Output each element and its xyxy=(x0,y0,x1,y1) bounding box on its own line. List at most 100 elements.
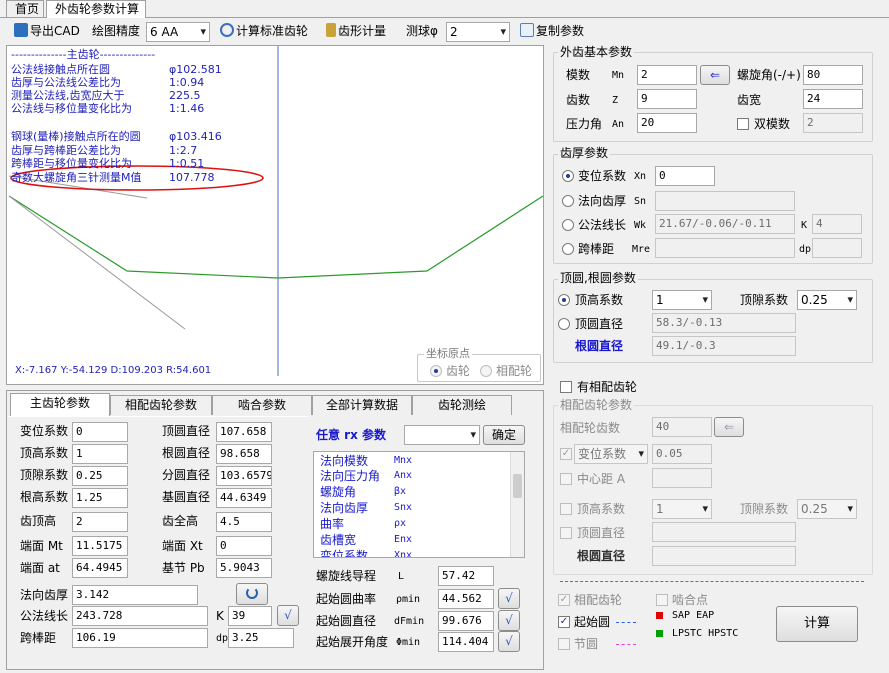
row0-input1[interactable]: 0 xyxy=(72,422,128,442)
wk-calc-button[interactable]: √ xyxy=(277,605,299,626)
start-dia-button[interactable]: √ xyxy=(498,610,520,631)
tab-mesh[interactable]: 啮合参数 xyxy=(212,395,312,415)
mate-addendum-checkbox[interactable] xyxy=(560,503,572,515)
mate-x-select[interactable]: 变位系数 xyxy=(574,444,648,464)
start-curvature-button[interactable]: √ xyxy=(498,588,520,609)
thickness-mre-radio[interactable] xyxy=(562,243,574,255)
tab-home[interactable]: 首页 xyxy=(6,0,44,17)
row4-input2[interactable]: 4.5 xyxy=(216,512,272,532)
row6-input2[interactable]: 5.9043 xyxy=(216,558,272,578)
tab-all-data[interactable]: 全部计算数据 xyxy=(312,395,412,415)
thickness-sn-radio[interactable] xyxy=(562,195,574,207)
thickness-sn-input[interactable] xyxy=(655,191,795,211)
normal-thickness-input[interactable]: 3.142 xyxy=(72,585,198,605)
row4-input1[interactable]: 2 xyxy=(72,512,128,532)
mate-x-input[interactable]: 0.05 xyxy=(652,444,712,464)
tooth-measure-button[interactable]: 齿形计量 xyxy=(326,22,386,42)
rx-listbox[interactable]: Mnx 法向模数 Anx 法向压力角 βx 螺旋角 Snx 法向齿厚 ρx 曲率 Enx 齿… xyxy=(313,451,525,558)
thickness-dp-input[interactable] xyxy=(812,238,862,258)
mate-clearance-select[interactable]: 0.25 xyxy=(797,499,857,519)
module-input[interactable]: 2 xyxy=(637,65,697,85)
dual-module-input[interactable]: 2 xyxy=(803,113,863,133)
mate-tip-checkbox[interactable] xyxy=(560,527,572,539)
rx-item[interactable]: Mnx 法向模数 xyxy=(320,454,412,468)
copy-params-button[interactable]: 复制参数 xyxy=(520,22,584,42)
rx-item[interactable]: ρx 曲率 xyxy=(320,517,406,531)
start-angle-input[interactable]: 114.404 xyxy=(438,632,494,652)
calc-standard-button[interactable]: 计算标准齿轮 xyxy=(220,22,308,42)
tab-main-gear[interactable]: 主齿轮参数 xyxy=(10,393,110,416)
rx-item[interactable]: βx 螺旋角 xyxy=(320,485,406,499)
dp-input[interactable]: 3.25 xyxy=(228,628,294,648)
mesh-point-checkbox[interactable] xyxy=(656,594,668,606)
wk-input[interactable]: 243.728 xyxy=(72,606,208,626)
helix-input[interactable]: 80 xyxy=(803,65,863,85)
scroll-thumb[interactable] xyxy=(513,474,522,498)
rx-item[interactable]: Xnx 变位系数 xyxy=(320,549,412,557)
addendum-radio[interactable] xyxy=(558,294,570,306)
ball-select[interactable]: 2 xyxy=(446,22,510,42)
mate-tip-input[interactable] xyxy=(652,522,796,542)
export-cad-button[interactable]: 导出CAD xyxy=(14,22,80,42)
start-dia-input[interactable]: 99.676 xyxy=(438,611,494,631)
addendum-select[interactable]: 1 xyxy=(652,290,712,310)
gear-plot-canvas[interactable]: --------------主齿轮-------------- 公法线接触点所在… xyxy=(6,45,544,385)
row2-input1[interactable]: 0.25 xyxy=(72,466,128,486)
rx-item[interactable]: Enx 齿槽宽 xyxy=(320,533,412,547)
dual-module-checkbox[interactable] xyxy=(737,118,749,130)
thickness-x-radio[interactable] xyxy=(562,170,574,182)
module-arrow-button[interactable]: ⇐ xyxy=(700,65,730,85)
pitch-circle-checkbox[interactable] xyxy=(558,638,570,650)
row5-input1[interactable]: 11.5175 xyxy=(72,536,128,556)
mate-center-checkbox[interactable] xyxy=(560,473,572,485)
width-input[interactable]: 24 xyxy=(803,89,863,109)
rx-select[interactable] xyxy=(404,425,480,445)
row0-input2[interactable]: 107.658 xyxy=(216,422,272,442)
tab-gear-survey[interactable]: 齿轮测绘 xyxy=(412,395,512,415)
lead-input[interactable]: 57.42 xyxy=(438,566,494,586)
has-mate-checkbox[interactable] xyxy=(560,381,572,393)
mate-root-input[interactable] xyxy=(652,546,796,566)
row6-input1[interactable]: 64.4945 xyxy=(72,558,128,578)
mate-x-checkbox[interactable]: ✓ xyxy=(560,448,572,460)
mate-gear-checkbox[interactable]: ✓ xyxy=(558,594,570,606)
rx-item[interactable]: Snx 法向齿厚 xyxy=(320,501,412,515)
rx-item[interactable]: Anx 法向压力角 xyxy=(320,469,412,483)
pressure-angle-input[interactable]: 20 xyxy=(637,113,697,133)
clearance-select[interactable]: 0.25 xyxy=(797,290,857,310)
calculate-button[interactable]: 计算 xyxy=(776,606,858,642)
thickness-wk-input[interactable]: 21.67/-0.06/-0.11 xyxy=(655,214,795,234)
row3-label1: 根高系数 xyxy=(20,490,69,504)
tip-dia-radio[interactable] xyxy=(558,318,570,330)
mate-center-input[interactable] xyxy=(652,468,712,488)
start-angle-button[interactable]: √ xyxy=(498,631,520,652)
thickness-k-input[interactable]: 4 xyxy=(812,214,862,234)
start-curvature-input[interactable]: 44.562 xyxy=(438,589,494,609)
row1-input1[interactable]: 1 xyxy=(72,444,128,464)
tab-external-gear[interactable]: 外齿轮参数计算 xyxy=(46,0,146,18)
row3-input2[interactable]: 44.6349 xyxy=(216,488,272,508)
refresh-button[interactable] xyxy=(236,583,268,605)
mate-addendum-select[interactable]: 1 xyxy=(652,499,712,519)
root-dia-input[interactable]: 49.1/-0.3 xyxy=(652,336,796,356)
thickness-wk-radio[interactable] xyxy=(562,219,574,231)
precision-select[interactable]: 6 AA xyxy=(146,22,210,42)
rx-confirm-button[interactable]: 确定 xyxy=(483,425,525,445)
mre-input[interactable]: 106.19 xyxy=(72,628,208,648)
tab-mate-gear[interactable]: 相配齿轮参数 xyxy=(110,395,212,415)
row5-input2[interactable]: 0 xyxy=(216,536,272,556)
row3-input1[interactable]: 1.25 xyxy=(72,488,128,508)
rx-scrollbar[interactable] xyxy=(510,452,524,557)
mate-arrow-button[interactable]: ⇐ xyxy=(714,417,744,437)
origin-mate-radio[interactable] xyxy=(480,365,492,377)
row2-input2[interactable]: 103.6579 xyxy=(216,466,272,486)
start-circle-checkbox[interactable]: ✓ xyxy=(558,616,570,628)
teeth-input[interactable]: 9 xyxy=(637,89,697,109)
mate-teeth-input[interactable]: 40 xyxy=(652,417,712,437)
origin-gear-radio[interactable] xyxy=(430,365,442,377)
tip-dia-input[interactable]: 58.3/-0.13 xyxy=(652,313,796,333)
row1-input2[interactable]: 98.658 xyxy=(216,444,272,464)
thickness-mre-input[interactable] xyxy=(655,238,795,258)
k-input[interactable]: 39 xyxy=(228,606,272,626)
thickness-x-input[interactable]: 0 xyxy=(655,166,715,186)
